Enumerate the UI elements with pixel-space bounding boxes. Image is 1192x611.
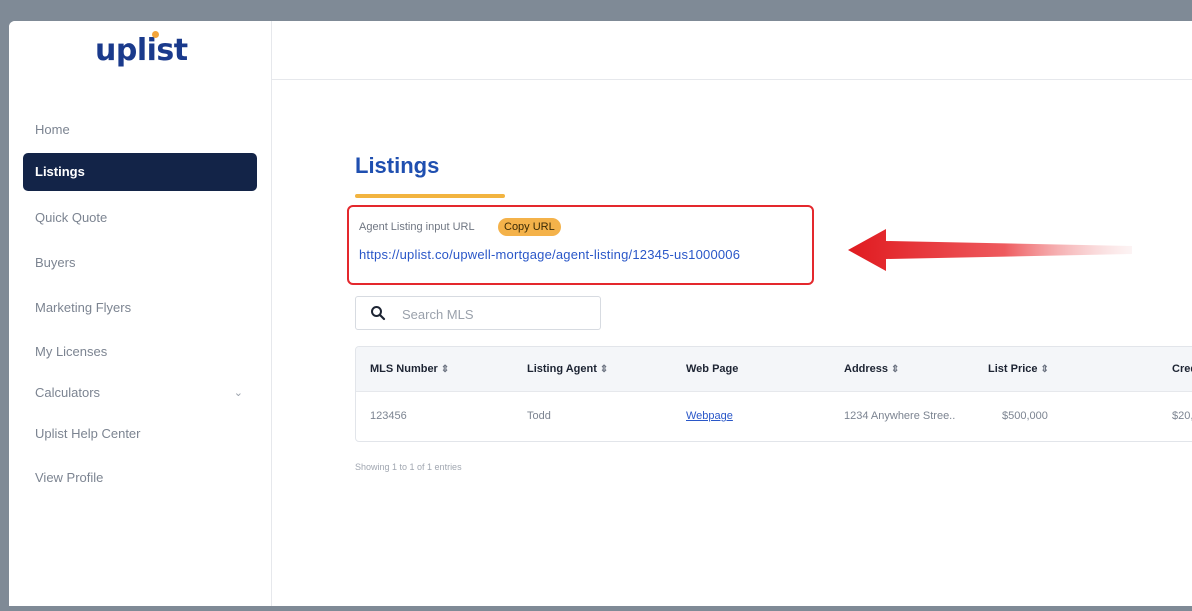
sidebar-item-label: Listings (35, 164, 85, 179)
sidebar-item-calculators[interactable]: Calculators ⌄ (23, 374, 257, 412)
cell-listing-agent: Todd (527, 410, 551, 422)
agent-url-label: Agent Listing input URL (359, 221, 475, 233)
sidebar-item-label: Quick Quote (35, 210, 108, 225)
sidebar-item-help-center[interactable]: Uplist Help Center (23, 415, 257, 453)
copy-url-button[interactable]: Copy URL (498, 218, 561, 236)
search-input[interactable] (400, 297, 594, 331)
cell-credit: $20,0 (1172, 410, 1192, 422)
top-bar (272, 21, 1192, 80)
cell-web-page: Webpage (686, 392, 733, 440)
window-frame: uplist Home Listings Quick Quote Buyers … (0, 0, 1192, 611)
uplist-logo[interactable]: uplist (95, 31, 188, 68)
column-header-web-page: Web Page (686, 347, 738, 391)
column-label: Web Page (686, 363, 739, 375)
sidebar: uplist Home Listings Quick Quote Buyers … (9, 21, 272, 606)
sidebar-item-label: Calculators (35, 385, 101, 400)
column-header-address[interactable]: Address ⇕ (844, 347, 899, 391)
sidebar-item-label: Buyers (35, 255, 76, 270)
sort-icon: ⇕ (599, 364, 609, 375)
logo-text: uplist (95, 33, 188, 68)
red-arrow-icon (848, 229, 1132, 271)
app-screen: uplist Home Listings Quick Quote Buyers … (9, 21, 1192, 606)
sidebar-item-label: Home (35, 122, 70, 137)
page-title: Listings (355, 153, 440, 178)
sort-icon: ⇕ (440, 364, 450, 375)
column-header-listing-agent[interactable]: Listing Agent ⇕ (527, 347, 608, 391)
title-underline (355, 194, 505, 198)
logo-dot-icon (152, 31, 159, 38)
column-label: Address (844, 363, 889, 375)
sidebar-item-home[interactable]: Home (23, 111, 257, 149)
column-label: Listing Agent (527, 363, 597, 375)
column-label: Cred (1172, 363, 1192, 375)
search-icon (371, 306, 386, 321)
column-header-credit[interactable]: Cred (1172, 347, 1192, 391)
column-header-list-price[interactable]: List Price ⇕ (988, 347, 1049, 391)
sidebar-item-my-licenses[interactable]: My Licenses (23, 333, 257, 371)
main-content: Listings Agent Listing input URL Copy UR… (272, 80, 1192, 606)
column-label: MLS Number (370, 363, 438, 375)
sidebar-item-label: My Licenses (35, 344, 108, 359)
sidebar-item-listings[interactable]: Listings (23, 153, 257, 191)
sidebar-item-buyers[interactable]: Buyers (23, 244, 257, 282)
sort-icon: ⇕ (891, 364, 900, 375)
agent-url-callout: Agent Listing input URL Copy URL https:/… (347, 205, 814, 285)
search-mls[interactable] (355, 296, 601, 331)
cell-list-price: $500,000 (1002, 410, 1048, 422)
chevron-down-icon: ⌄ (233, 387, 243, 399)
sidebar-item-label: View Profile (35, 470, 104, 485)
sidebar-item-marketing-flyers[interactable]: Marketing Flyers (23, 289, 257, 327)
agent-url-link[interactable]: https://uplist.co/upwell-mortgage/agent-… (359, 247, 740, 262)
column-label: List Price (988, 363, 1038, 375)
sort-icon: ⇕ (1040, 364, 1049, 375)
sidebar-item-quick-quote[interactable]: Quick Quote (23, 199, 257, 237)
sidebar-item-view-profile[interactable]: View Profile (23, 459, 257, 497)
table-header: MLS Number ⇕ Listing Agent ⇕ Web Page Addr… (356, 347, 1192, 392)
sidebar-item-label: Marketing Flyers (35, 300, 132, 315)
webpage-link[interactable]: Webpage (686, 410, 733, 422)
cell-mls-number: 123456 (370, 410, 407, 422)
entries-info: Showing 1 to 1 of 1 entries (355, 462, 462, 472)
cell-address: 1234 Anywhere Stree.. (844, 410, 956, 422)
sidebar-item-label: Uplist Help Center (35, 426, 141, 441)
listings-table: MLS Number ⇕ Listing Agent ⇕ Web Page Addr… (355, 346, 1192, 442)
table-row[interactable]: 123456 Todd Webpage 1234 Anywhere Stree.… (356, 392, 1192, 440)
column-header-mls-number[interactable]: MLS Number ⇕ (370, 347, 449, 391)
